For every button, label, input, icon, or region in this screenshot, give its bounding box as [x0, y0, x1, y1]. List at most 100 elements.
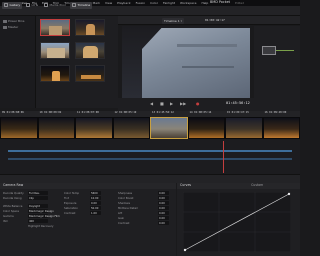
media-thumbnail[interactable]	[40, 42, 70, 59]
media-thumbnail[interactable]	[40, 19, 70, 36]
media-thumbnail[interactable]	[75, 42, 105, 59]
color-node[interactable]	[262, 46, 276, 55]
node-editor[interactable]	[254, 26, 300, 98]
timeline-clip[interactable]	[225, 117, 263, 139]
play-icon[interactable]: ▶	[170, 102, 173, 106]
iso-row: ISO	[3, 220, 8, 223]
iso-select[interactable]: 400	[28, 219, 48, 223]
curve-point-black[interactable]	[183, 248, 187, 252]
media-pool-button[interactable]: Media Pool	[42, 2, 68, 9]
media-thumbnail[interactable]	[40, 65, 70, 82]
menu-item-playback[interactable]: Playback	[117, 1, 130, 5]
next-frame-icon[interactable]: ▶▶	[180, 102, 186, 106]
field-label: ISO	[3, 219, 8, 223]
gallery-icon	[4, 3, 8, 7]
record-timecode: 01:00:42:17	[205, 17, 225, 22]
clip-timecode: 16 01:09:48:00	[264, 111, 287, 114]
shadows-input[interactable]: 0.00	[158, 201, 169, 205]
curves-panel: Curves Custom	[177, 183, 300, 256]
midtone-detail-row: Midtone Detail	[118, 207, 138, 210]
timeline-clip[interactable]	[262, 117, 300, 139]
color-boost-input[interactable]: 0.00	[158, 196, 169, 200]
viewer-image[interactable]	[122, 26, 250, 98]
exposure-input[interactable]: 0.00	[90, 201, 101, 205]
curves-graph[interactable]	[183, 192, 291, 252]
media-thumbnail[interactable]	[75, 19, 105, 36]
color-boost-row: Color Boost	[118, 197, 133, 200]
contrast-input[interactable]: 1.00	[90, 211, 101, 215]
curves-title: Curves	[180, 183, 192, 188]
stop-icon[interactable]: ■	[160, 102, 164, 106]
decode-quality-row: Decode Quality	[3, 192, 24, 195]
luts-icon	[26, 3, 30, 7]
timeline-selector[interactable]: Timeline 1 ▾	[162, 18, 185, 24]
palette-toolbar	[0, 174, 300, 183]
color-temp-row: Color Temp	[64, 192, 79, 195]
clip-timecode: 10 01:08:08:02	[39, 111, 62, 114]
menu-item-view[interactable]: View	[105, 1, 112, 5]
saturation-input[interactable]: 50.00	[90, 206, 101, 210]
field-label: Lift	[118, 211, 123, 215]
input-value: 0.00	[159, 212, 165, 215]
menu-item-color[interactable]: Color	[150, 1, 158, 5]
color-temp-input[interactable]: 5600	[90, 191, 101, 195]
input-value: 0.00	[159, 222, 165, 225]
timeline-clip[interactable]	[150, 117, 188, 139]
input-value: 10.00	[91, 197, 99, 200]
menu-item-help[interactable]: Help	[201, 1, 208, 5]
timeline-clip[interactable]	[0, 117, 38, 139]
gallery-label: Gallery	[9, 2, 21, 7]
curves-header: Curves Custom	[177, 183, 300, 189]
menu-item-mark[interactable]: Mark	[93, 1, 100, 5]
lift-input[interactable]: 0.00	[158, 211, 169, 215]
camera-raw-title: Camera Raw	[3, 183, 24, 188]
mini-timeline[interactable]	[0, 139, 300, 174]
tint-input[interactable]: 10.00	[90, 196, 101, 200]
timeline-button[interactable]: Timeline	[70, 1, 93, 9]
clip-timecode: 12 01:08:05:19	[114, 111, 137, 114]
midtone-detail-input[interactable]: 0.00	[158, 206, 169, 210]
white-balance-select[interactable]: Daylight	[28, 204, 48, 208]
thumbnail-church	[83, 46, 98, 58]
thumbnail-building	[49, 26, 62, 35]
timeline-clip[interactable]	[75, 117, 113, 139]
menu-item-fusion[interactable]: Fusion	[136, 1, 146, 5]
decode-using-select[interactable]: Clip	[28, 196, 48, 200]
clip-timecode: 15 01:09:47:15	[227, 111, 249, 114]
bin-label: Power Bins	[8, 19, 25, 23]
luts-button[interactable]: LUTs	[24, 2, 40, 9]
decode-quality-select[interactable]: Full Res.	[28, 191, 48, 195]
bin-label: Master	[8, 25, 19, 29]
audio-track	[8, 158, 292, 160]
bin-power-bins[interactable]: Power Bins	[3, 20, 24, 23]
sharpness-input[interactable]: 0.00	[158, 191, 169, 195]
bin-master[interactable]: Master	[3, 26, 18, 29]
menu-item-fairlight[interactable]: Fairlight	[163, 1, 175, 5]
input-value: 0.00	[159, 207, 165, 210]
gain-row: Gain	[118, 217, 124, 220]
folder-icon	[3, 20, 7, 23]
menu-item-workspace[interactable]: Workspace	[180, 1, 196, 5]
project-title: BMD Pocket	[209, 0, 230, 4]
timeline-clip[interactable]	[37, 117, 75, 139]
select-value: 400	[29, 220, 34, 223]
field-label: Saturation	[64, 206, 79, 210]
timeline-clip[interactable]	[112, 117, 150, 139]
curve-point-white[interactable]	[287, 192, 291, 196]
playhead[interactable]	[223, 141, 224, 173]
timeline-clip[interactable]	[187, 117, 225, 139]
input-value: 0.00	[159, 197, 165, 200]
field-label: Color Boost	[118, 196, 134, 200]
gamma-select[interactable]: Blackmagic Design Film	[28, 214, 60, 218]
gain-input[interactable]: 0.00	[158, 216, 169, 220]
color-space-select[interactable]: Blackmagic Design	[28, 209, 54, 213]
input-value: 0.00	[159, 217, 165, 220]
media-thumbnail[interactable]	[75, 65, 105, 82]
viewer-cornice	[177, 44, 237, 47]
contrast2-input[interactable]: 0.00	[158, 221, 169, 225]
gallery-button[interactable]: Gallery	[2, 1, 23, 9]
timeline-selector-label: Timeline 1	[164, 19, 180, 23]
play-reverse-icon[interactable]: ◀	[150, 102, 153, 106]
loop-icon[interactable]: ●	[196, 102, 200, 106]
highlight-recovery-row[interactable]: Highlight Recovery	[28, 225, 53, 228]
